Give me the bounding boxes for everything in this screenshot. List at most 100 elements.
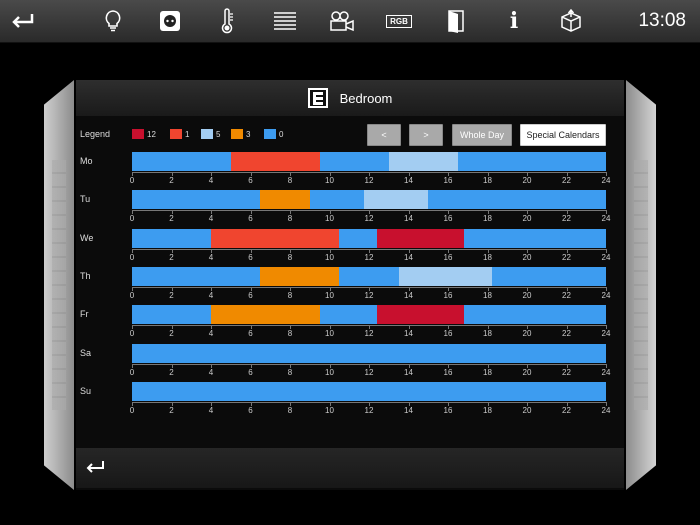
day-schedule-bar-sa[interactable] [132, 343, 606, 363]
axis-tick-label: 22 [562, 329, 571, 339]
axis-tick-label: 2 [169, 329, 174, 339]
axis-tick-label: 16 [443, 367, 453, 377]
rgb-icon[interactable]: RGB [384, 6, 414, 36]
legend-item-1: 1 [170, 129, 189, 139]
blinds-icon[interactable] [270, 6, 300, 36]
legend-swatch [201, 129, 213, 139]
schedule-segment[interactable] [211, 305, 320, 325]
day-schedule-bar-fr[interactable] [132, 305, 606, 325]
axis-tick-label: 10 [325, 214, 334, 224]
schedule-segment[interactable] [132, 343, 606, 363]
schedule-segment[interactable] [211, 228, 340, 248]
right-side-panel[interactable] [626, 80, 656, 490]
schedule-segment[interactable] [339, 266, 399, 286]
schedule-segment[interactable] [428, 190, 606, 210]
day-schedule-bar-th[interactable] [132, 266, 606, 286]
legend-item-label: 1 [185, 129, 190, 139]
axis-tick-label: 6 [248, 367, 253, 377]
schedule-segment[interactable] [260, 190, 310, 210]
schedule-segment[interactable] [376, 305, 464, 325]
axis-tick-label: 2 [169, 367, 174, 377]
schedule-segment[interactable] [463, 228, 606, 248]
schedule-segment[interactable] [132, 152, 231, 171]
lightbulb-icon[interactable] [98, 6, 128, 36]
schedule-segment[interactable] [388, 152, 458, 171]
axis-tick-label: 20 [522, 214, 532, 224]
left-side-panel[interactable] [44, 80, 74, 490]
axis-tick-label: 8 [287, 252, 293, 262]
schedule-segment[interactable] [463, 305, 606, 325]
back-button[interactable] [84, 458, 106, 478]
axis-tick-label: 0 [129, 405, 135, 415]
top-toolbar: RGB i 13:08 [0, 0, 700, 43]
schedule-segment[interactable] [319, 152, 389, 171]
schedule-segment[interactable] [230, 152, 320, 171]
axis-tick-label: 18 [483, 405, 492, 415]
schedule-segment[interactable] [492, 266, 606, 286]
axis-tick-label: 16 [443, 176, 453, 185]
day-schedule-bar-su[interactable] [132, 381, 606, 401]
axis-tick-label: 8 [287, 290, 293, 300]
legend-item-label: 12 [147, 129, 156, 139]
whole-day-button[interactable]: Whole Day [452, 124, 512, 146]
day-schedule-bar-tu[interactable] [132, 190, 606, 210]
axis-tick-label: 24 [601, 176, 611, 185]
axis-tick-label: 0 [129, 329, 135, 339]
axis-tick-label: 24 [601, 290, 611, 300]
legend-item-label: 5 [216, 129, 221, 139]
axis-tick-label: 16 [443, 329, 453, 339]
day-schedule-bar-mo[interactable] [132, 152, 606, 171]
axis-tick-label: 0 [129, 176, 135, 185]
axis-tick-label: 12 [364, 176, 374, 185]
schedule-segment[interactable] [260, 266, 340, 286]
axis-tick-label: 22 [562, 176, 571, 185]
room-title: Bedroom [339, 90, 393, 106]
previous-button[interactable]: < [367, 124, 401, 146]
schedule-segment[interactable] [398, 266, 493, 286]
day-schedule-bar-we[interactable] [132, 228, 606, 248]
schedule-segment[interactable] [132, 266, 261, 286]
legend-item-12: 12 [132, 129, 156, 139]
day-label-fr: Fr [80, 309, 89, 320]
schedule-panel: Bedroom Legend 12 1 5 3 0 < > Whole Day Spec… [76, 80, 624, 490]
schedule-segment[interactable] [309, 190, 365, 210]
legend-swatch [132, 129, 144, 139]
axis-tick-label: 16 [443, 405, 453, 415]
return-icon[interactable] [8, 6, 38, 36]
schedule-segment[interactable] [457, 152, 606, 171]
axis-tick-label: 2 [169, 405, 174, 415]
schedule-segment[interactable] [319, 305, 377, 325]
power-socket-icon[interactable] [155, 6, 185, 36]
axis-tick-label: 6 [248, 405, 253, 415]
axis-tick-label: 6 [248, 214, 253, 224]
camera-icon[interactable] [327, 6, 357, 36]
special-calendars-button[interactable]: Special Calendars [520, 124, 606, 146]
schedule-segment[interactable] [376, 228, 464, 248]
axis-tick-label: 0 [129, 214, 135, 224]
day-label-we: We [80, 232, 94, 243]
axis-tick-label: 8 [287, 405, 293, 415]
return-arrow-icon [86, 461, 104, 473]
axis-tick-label: 16 [443, 290, 453, 300]
info-icon[interactable]: i [499, 6, 529, 36]
axis-tick-label: 14 [404, 367, 413, 377]
axis-tick-label: 18 [483, 252, 492, 262]
schedule-segment[interactable] [132, 190, 261, 210]
door-icon[interactable] [441, 6, 471, 36]
legend-item-0: 0 [264, 129, 283, 139]
day-label-th: Th [80, 270, 91, 281]
axis-tick-label: 22 [562, 252, 571, 262]
schedule-segment[interactable] [339, 228, 377, 248]
thermometer-icon[interactable] [212, 6, 242, 36]
axis-tick-label: 18 [483, 329, 492, 339]
axis-tick-label: 20 [522, 405, 532, 415]
package-icon[interactable] [556, 6, 586, 36]
schedule-segment[interactable] [132, 381, 606, 401]
axis-tick-label: 2 [169, 290, 174, 300]
schedule-segment[interactable] [364, 190, 429, 210]
next-button[interactable]: > [409, 124, 443, 146]
schedule-segment[interactable] [132, 305, 211, 325]
legend-label: Legend [80, 129, 111, 139]
schedule-segment[interactable] [132, 228, 211, 248]
axis-tick-label: 4 [208, 214, 214, 224]
